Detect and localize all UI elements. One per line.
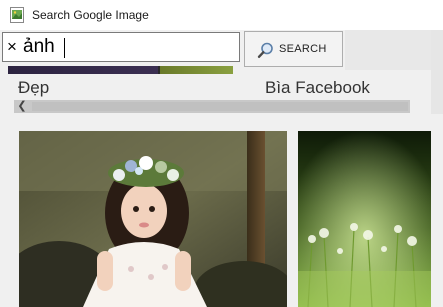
magnifier-icon — [257, 42, 273, 59]
scroll-left-arrow-icon[interactable]: ❮ — [16, 100, 28, 113]
search-input[interactable]: × ảnh — [2, 32, 240, 62]
image-file-icon — [10, 7, 24, 23]
result-image-grass-graphic — [298, 131, 431, 307]
thumbnail-strip — [8, 66, 233, 74]
horizontal-scrollbar[interactable]: ❮ — [14, 100, 410, 113]
clear-icon[interactable]: × — [7, 36, 17, 58]
scrollbar-thumb[interactable] — [32, 102, 408, 111]
search-toolbar: × ảnh SEARCH — [0, 30, 443, 70]
search-button-label: SEARCH — [279, 43, 327, 55]
result-image-girl[interactable] — [19, 131, 287, 307]
category-bia-facebook[interactable]: Bìa Facebook — [265, 78, 370, 98]
result-image-grass[interactable] — [298, 131, 431, 307]
search-query[interactable]: ảnh — [23, 36, 55, 58]
title-bar: Search Google Image — [0, 0, 443, 30]
category-dep[interactable]: Đẹp — [18, 78, 49, 98]
text-caret — [64, 38, 65, 58]
thumbnail-dark[interactable] — [8, 66, 158, 74]
thumbnail-green[interactable] — [160, 66, 233, 74]
result-image-girl-graphic — [19, 131, 287, 307]
search-button[interactable]: SEARCH — [244, 31, 343, 67]
window-title: Search Google Image — [32, 8, 149, 22]
